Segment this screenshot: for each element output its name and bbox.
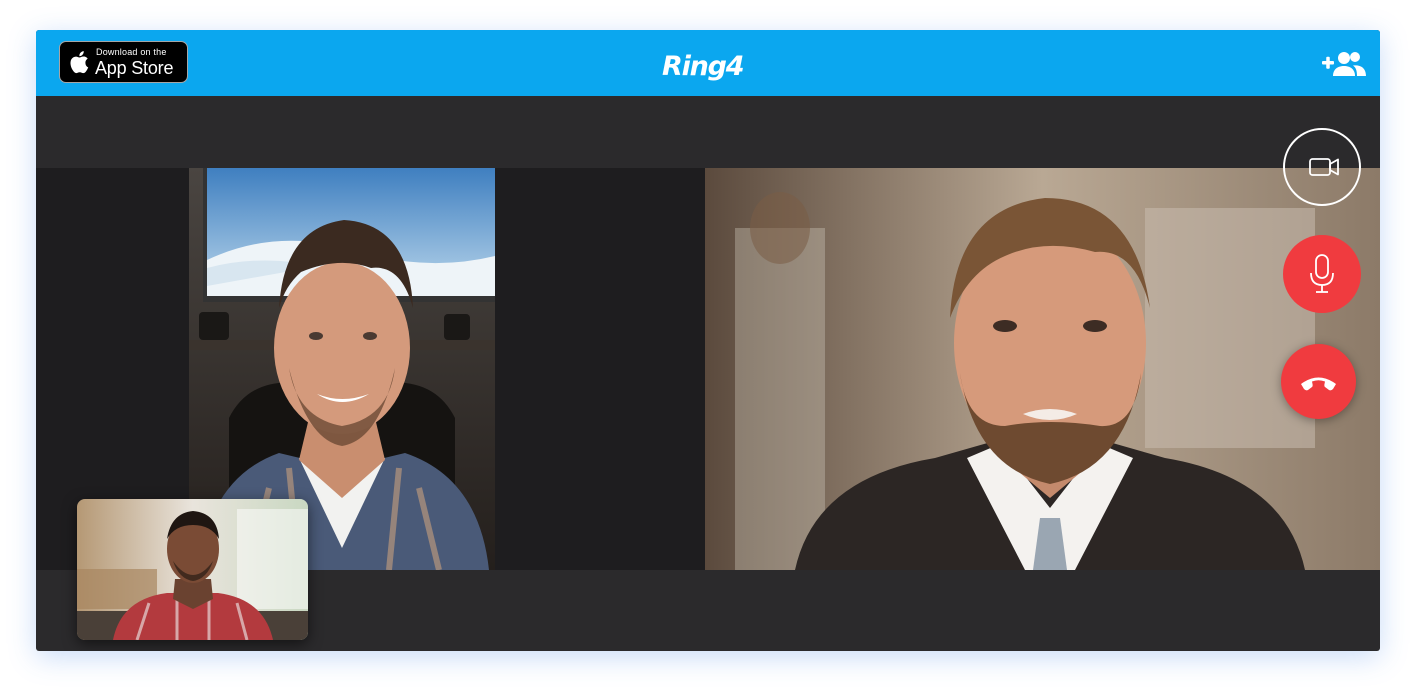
phone-hangup-icon xyxy=(1301,377,1336,391)
video-camera-icon xyxy=(1309,158,1339,176)
add-participant-button[interactable] xyxy=(1320,48,1368,80)
ring4-logo-mark: Ring4 xyxy=(662,51,745,82)
toggle-video-button[interactable] xyxy=(1283,128,1361,206)
add-people-icon xyxy=(1322,52,1366,76)
self-view-preview[interactable] xyxy=(77,499,308,640)
ring4-logo: Ring4 xyxy=(660,49,750,85)
top-bar: Download on the App Store Ring4 xyxy=(36,30,1380,96)
call-window: Download on the App Store Ring4 xyxy=(36,30,1380,651)
app-store-badge-line1: Download on the xyxy=(96,47,167,57)
logo-text: Ring4 xyxy=(662,51,744,82)
participant-2-video[interactable] xyxy=(705,168,1380,570)
app-store-badge[interactable]: Download on the App Store xyxy=(59,41,188,83)
end-call-button[interactable] xyxy=(1281,344,1356,419)
apple-icon xyxy=(70,51,89,74)
microphone-icon xyxy=(1310,254,1334,293)
participant-2-frame xyxy=(705,168,1380,570)
self-view-frame xyxy=(77,499,308,640)
toggle-mic-button[interactable] xyxy=(1283,235,1361,313)
app-store-badge-line2: App Store xyxy=(95,58,174,78)
